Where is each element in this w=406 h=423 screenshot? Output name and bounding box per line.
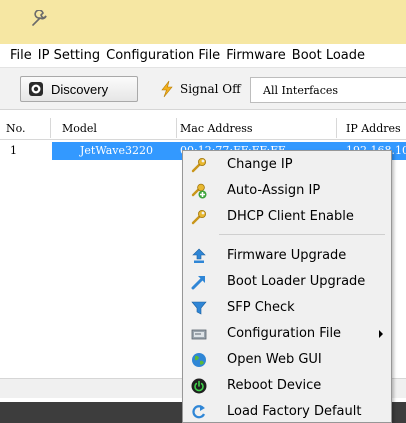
menu-item-boot-loader-upgrade[interactable]: Boot Loader Upgrade: [183, 270, 391, 294]
menu-item-change-ip[interactable]: Change IP: [183, 153, 391, 177]
menu-item-label: Change IP: [227, 157, 293, 172]
menu-boot-loader[interactable]: Boot Loade: [292, 48, 365, 63]
column-divider[interactable]: [50, 118, 51, 138]
menu-item-open-web-gui[interactable]: Open Web GUI: [183, 348, 391, 372]
column-divider[interactable]: [336, 118, 337, 138]
toolbar: Discovery Signal Off All Interfaces: [0, 68, 406, 110]
menu-item-sfp-check[interactable]: SFP Check: [183, 296, 391, 320]
menu-firmware[interactable]: Firmware: [226, 48, 286, 63]
context-menu: Change IP Auto-Assign IP DHCP Client Ena…: [182, 150, 392, 423]
menu-item-label: Open Web GUI: [227, 352, 322, 367]
table-header: No. Model Mac Address IP Addres: [0, 118, 406, 140]
menu-item-label: SFP Check: [227, 300, 295, 315]
signal-off-button[interactable]: Signal Off: [154, 76, 246, 102]
menu-item-auto-assign-ip[interactable]: Auto-Assign IP: [183, 179, 391, 203]
wrench-icon: [191, 158, 206, 173]
menu-file[interactable]: File: [10, 48, 32, 63]
wrench-plus-icon: [191, 183, 207, 199]
column-divider[interactable]: [176, 118, 177, 138]
lightning-icon: [161, 80, 173, 98]
discovery-button[interactable]: Discovery: [20, 76, 138, 102]
column-header-no[interactable]: No.: [6, 122, 26, 135]
reset-icon: [192, 405, 206, 419]
menu-item-reboot-device[interactable]: Reboot Device: [183, 374, 391, 398]
menu-item-firmware-upgrade[interactable]: Firmware Upgrade: [183, 244, 391, 268]
menu-item-dhcp-client-enable[interactable]: DHCP Client Enable: [183, 205, 391, 229]
power-icon: [191, 378, 207, 394]
menu-item-label: Firmware Upgrade: [227, 248, 347, 263]
menu-item-label: Load Factory Default: [227, 404, 362, 419]
diagonal-arrow-icon: [191, 276, 205, 290]
menu-separator: [219, 234, 385, 235]
title-bar: [0, 0, 406, 44]
menu-item-label: Configuration File: [227, 326, 342, 341]
menu-item-load-factory-default[interactable]: Load Factory Default: [183, 400, 391, 422]
submenu-arrow-icon: [379, 330, 383, 338]
config-file-icon: [191, 329, 207, 340]
menu-item-label: Boot Loader Upgrade: [227, 274, 366, 289]
wrench-icon: [191, 210, 206, 225]
column-header-mac[interactable]: Mac Address: [180, 122, 253, 135]
menu-item-label: DHCP Client Enable: [227, 209, 354, 224]
discovery-label: Discovery: [51, 81, 109, 97]
discovery-icon: [29, 82, 43, 96]
menu-ip-setting[interactable]: IP Setting: [38, 48, 100, 63]
column-header-ip[interactable]: IP Addres: [346, 122, 401, 135]
menu-item-label: Auto-Assign IP: [227, 183, 321, 198]
menu-item-configuration-file[interactable]: Configuration File: [183, 322, 391, 346]
interfaces-dropdown[interactable]: All Interfaces: [250, 77, 406, 103]
wrench-icon[interactable]: [30, 10, 48, 28]
cell-no: 1: [10, 144, 17, 157]
menu-bar: File IP Setting Configuration File Firmw…: [0, 44, 406, 68]
menu-item-label: Reboot Device: [227, 378, 322, 393]
upload-arrow-icon: [192, 248, 206, 263]
funnel-icon: [191, 301, 207, 315]
signal-off-label: Signal Off: [180, 82, 241, 96]
menu-configuration-file[interactable]: Configuration File: [106, 48, 220, 63]
globe-icon: [192, 353, 206, 367]
cell-model: JetWave3220: [80, 144, 153, 157]
column-header-model[interactable]: Model: [62, 122, 97, 135]
